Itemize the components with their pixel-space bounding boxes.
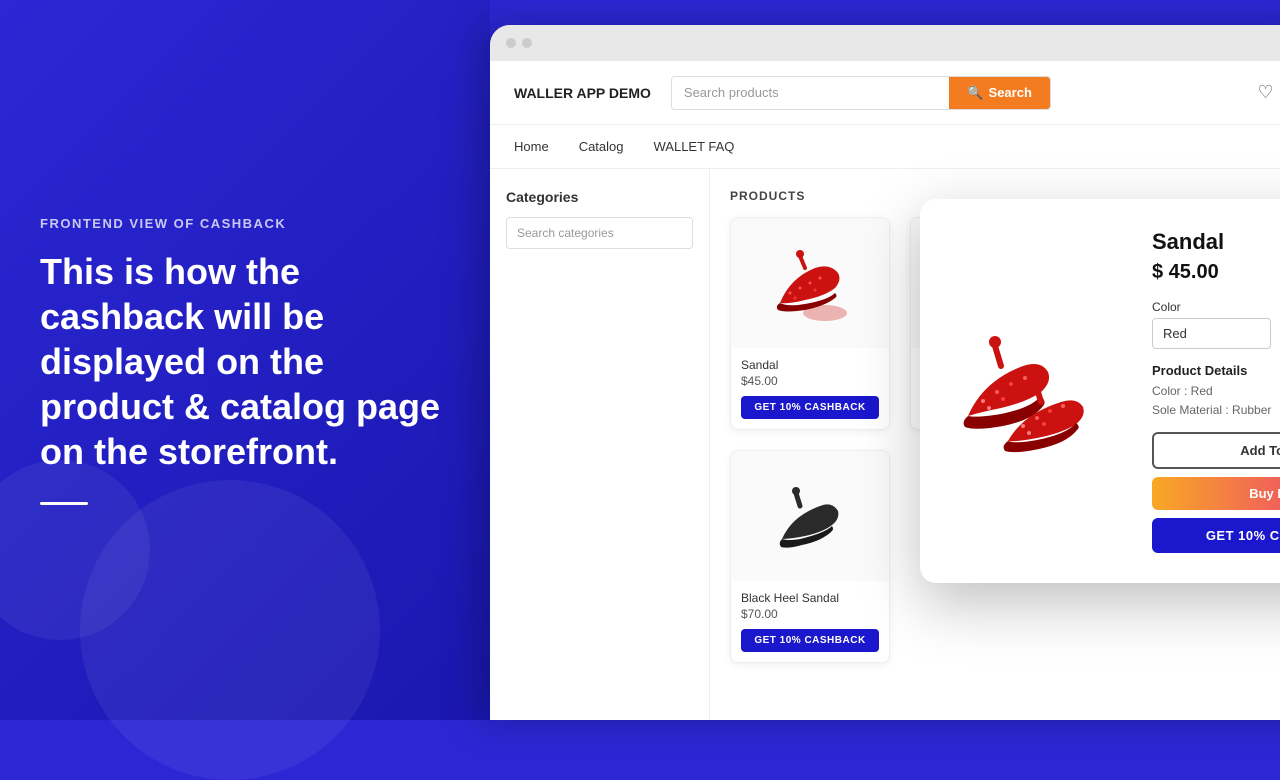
search-bar: 🔍 Search [671, 76, 1051, 110]
product-cashback-btn-3[interactable]: GET 10% CASHBACK [741, 629, 879, 652]
main-content: Categories PRODUCTS [490, 169, 1280, 720]
device-dot-1 [506, 38, 516, 48]
product-card-body-3: Black Heel Sandal $70.00 GET 10% CASHBAC… [731, 581, 889, 662]
store-logo: WALLER APP DEMO [514, 85, 651, 101]
device-dot-2 [522, 38, 532, 48]
sandal-icon [770, 238, 850, 328]
product-img-3 [731, 451, 889, 581]
storefront-header: WALLER APP DEMO 🔍 Search ♡ 👤 [490, 61, 1280, 125]
cashback-button[interactable]: GET 10% CASHBACK [1152, 518, 1280, 553]
color-label: Color [1152, 300, 1271, 314]
product-card-3[interactable]: Black Heel Sandal $70.00 GET 10% CASHBAC… [730, 450, 890, 663]
left-heading: This is how the cashback will be display… [40, 249, 450, 474]
product-detail-popup: Sandal $ 45.00 Color Size Product Detail… [920, 199, 1280, 583]
product-price-3: $70.00 [741, 607, 879, 621]
storefront: WALLER APP DEMO 🔍 Search ♡ 👤 Home Catalo… [490, 61, 1280, 720]
nav-wallet-faq[interactable]: WALLET FAQ [654, 139, 735, 154]
nav-catalog[interactable]: Catalog [579, 139, 624, 154]
black-heel-icon [770, 471, 850, 561]
product-price-0: $45.00 [741, 374, 879, 388]
search-button[interactable]: 🔍 Search [949, 77, 1050, 109]
product-cashback-btn-0[interactable]: GET 10% CASHBACK [741, 396, 879, 419]
product-detail-image [948, 229, 1128, 553]
detail-product-price: $ 45.00 [1152, 261, 1280, 284]
nav-home[interactable]: Home [514, 139, 549, 154]
color-input[interactable] [1152, 318, 1271, 349]
product-details-heading: Product Details [1152, 363, 1280, 378]
product-name-3: Black Heel Sandal [741, 591, 879, 605]
left-panel: FRONTEND VIEW OF CASHBACK This is how th… [0, 0, 490, 720]
heart-icon[interactable]: ♡ [1257, 82, 1273, 103]
header-right: ♡ 👤 [1257, 82, 1280, 103]
left-label: FRONTEND VIEW OF CASHBACK [40, 216, 450, 231]
device-mockup: WALLER APP DEMO 🔍 Search ♡ 👤 Home Catalo… [490, 25, 1280, 720]
detail-product-name: Sandal [1152, 229, 1280, 255]
buy-now-button[interactable]: Buy Now [1152, 477, 1280, 510]
product-name-0: Sandal [741, 358, 879, 372]
product-card-0[interactable]: Sandal $45.00 GET 10% CASHBACK [730, 217, 890, 430]
product-detail-color: Color : Red [1152, 382, 1280, 401]
color-option: Color [1152, 300, 1271, 349]
product-options: Color Size [1152, 300, 1280, 349]
product-card-body-0: Sandal $45.00 GET 10% CASHBACK [731, 348, 889, 429]
product-detail-info: Sandal $ 45.00 Color Size Product Detail… [1152, 229, 1280, 553]
search-icon: 🔍 [967, 85, 983, 101]
categories-sidebar: Categories [490, 169, 710, 720]
categories-title: Categories [506, 189, 693, 205]
category-search-input[interactable] [506, 217, 693, 249]
search-btn-label: Search [989, 85, 1032, 100]
product-detail-shoes-icon [953, 306, 1123, 476]
main-nav: Home Catalog WALLET FAQ [490, 125, 1280, 169]
device-bar [490, 25, 1280, 61]
search-input[interactable] [672, 77, 949, 108]
add-to-cart-button[interactable]: Add To Cart [1152, 432, 1280, 469]
product-detail-sole: Sole Material : Rubber [1152, 401, 1280, 420]
product-img-0 [731, 218, 889, 348]
